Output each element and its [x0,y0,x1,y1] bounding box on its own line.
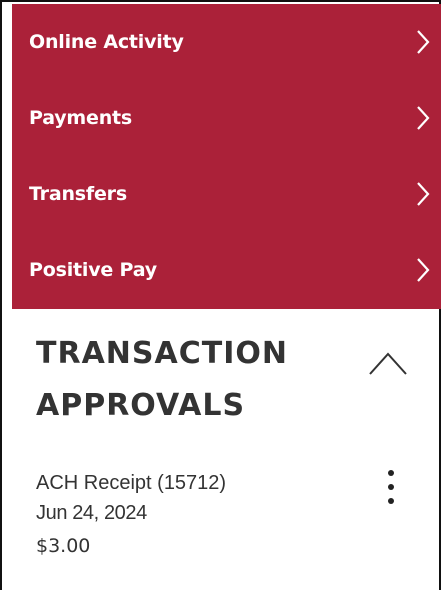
nav-item-label: Transfers [29,183,127,205]
transaction-amount: $3.00 [36,535,91,557]
app-frame: Online Activity Payments Transfers Posit… [0,0,441,590]
nav-item-online-activity[interactable]: Online Activity [12,4,441,80]
menu-nav: Online Activity Payments Transfers Posit… [12,4,441,309]
nav-item-label: Positive Pay [29,259,157,281]
section-title-line2: APPROVALS [36,388,246,423]
nav-item-label: Payments [29,107,133,129]
chevron-up-icon [369,352,407,375]
transaction-name: ACH Receipt (15712) [36,472,227,494]
nav-item-transfers[interactable]: Transfers [12,156,441,232]
nav-item-positive-pay[interactable]: Positive Pay [12,232,441,308]
transaction-item[interactable]: ACH Receipt (15712) Jun 24, 2024 $3.00 [36,468,366,562]
chevron-right-icon [417,106,430,130]
section-title-line1: TRANSACTION [36,336,288,371]
transaction-menu-button[interactable] [376,468,406,508]
collapse-section-button[interactable] [364,346,412,382]
nav-item-payments[interactable]: Payments [12,80,441,156]
chevron-right-icon [417,258,430,282]
chevron-right-icon [417,30,430,54]
chevron-right-icon [417,182,430,206]
section-title: TRANSACTION APPROVALS [36,328,336,432]
nav-item-label: Online Activity [29,31,184,53]
transaction-date: Jun 24, 2024 [36,502,147,524]
